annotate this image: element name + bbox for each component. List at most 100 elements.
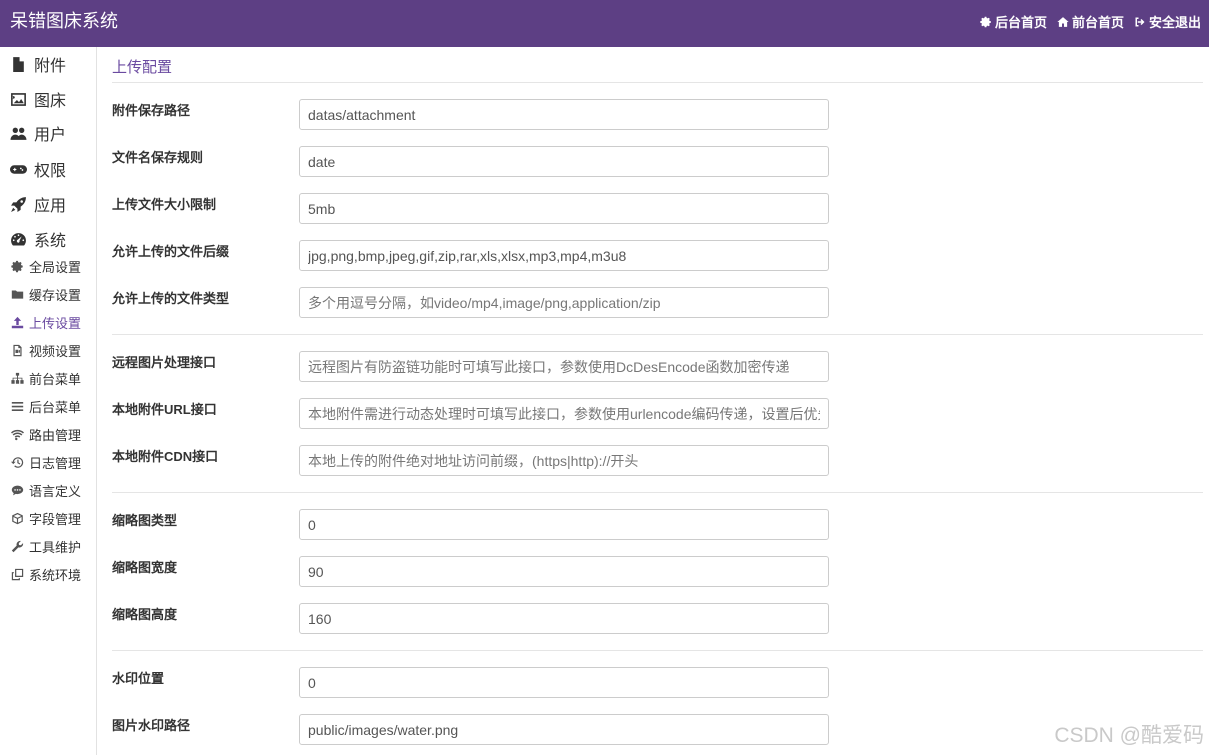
logout-link[interactable]: 安全退出 xyxy=(1134,12,1201,31)
sidebar-subitem-video-settings[interactable]: 视频设置 xyxy=(11,341,81,359)
video-file-icon xyxy=(13,344,22,356)
sidebar-subitem-admin-menu[interactable]: 后台菜单 xyxy=(11,397,81,415)
field-label-filename-rule: 文件名保存规则 xyxy=(112,150,204,165)
thumbnail-width-input[interactable] xyxy=(299,556,829,587)
attachment-path-input[interactable] xyxy=(299,99,829,130)
local-cdn-api-input[interactable] xyxy=(299,445,829,476)
divider xyxy=(112,334,1203,335)
sidebar-item-label: 应用 xyxy=(34,198,67,215)
comment-icon xyxy=(11,485,24,495)
cube-icon xyxy=(12,512,23,524)
sidebar-subitem-label: 视频设置 xyxy=(29,343,82,359)
sidebar-subitem-label: 缓存设置 xyxy=(29,287,82,303)
field-label-allowed-mime-types: 允许上传的文件类型 xyxy=(112,291,230,306)
watermark-position-input[interactable] xyxy=(299,667,829,698)
sidebar-subitem-label: 路由管理 xyxy=(29,427,82,443)
sidebar-item-label: 用户 xyxy=(34,127,67,144)
wrench-icon xyxy=(11,540,24,552)
sidebar-subitem-label: 字段管理 xyxy=(29,511,82,527)
sidebar-subitem-label: 前台菜单 xyxy=(29,371,82,387)
admin-home-label: 后台首页 xyxy=(994,15,1047,30)
users-icon xyxy=(10,127,27,140)
field-label-thumbnail-type: 缩略图类型 xyxy=(112,513,178,528)
allowed-mime-types-input[interactable] xyxy=(299,287,829,318)
admin-home-link[interactable]: 后台首页 xyxy=(980,12,1047,31)
field-label-upload-size-limit: 上传文件大小限制 xyxy=(112,197,217,212)
clone-icon xyxy=(11,568,24,580)
sidebar-subitem-system-environment[interactable]: 系统环境 xyxy=(11,565,81,583)
gear-icon xyxy=(11,260,23,272)
top-links: 后台首页 前台首页 安全退出 xyxy=(980,12,1201,31)
sidebar-item-apps[interactable]: 应用 xyxy=(10,193,66,215)
history-icon xyxy=(11,456,24,468)
sitemap-icon xyxy=(11,372,24,384)
sidebar-item-attachments[interactable]: 附件 xyxy=(10,53,66,75)
sidebar: 附件 图床 用户 权限 应用 系统 全局设置 缓存设置 上传设置 视频设置 前台… xyxy=(0,47,97,755)
dashboard-icon xyxy=(11,232,26,245)
divider xyxy=(112,650,1203,651)
sidebar-subitem-label: 后台菜单 xyxy=(29,399,82,415)
upload-icon xyxy=(11,316,24,328)
rocket-icon xyxy=(11,196,26,212)
sidebar-item-label: 系统 xyxy=(34,233,67,250)
field-label-local-url-api: 本地附件URL接口 xyxy=(112,402,217,417)
sidebar-item-label: 权限 xyxy=(34,163,67,180)
sidebar-subitem-label: 上传设置 xyxy=(29,315,82,331)
remote-image-api-input[interactable] xyxy=(299,351,829,382)
home-icon xyxy=(1057,16,1069,27)
thumbnail-type-input[interactable] xyxy=(299,509,829,540)
sidebar-subitem-route-management[interactable]: 路由管理 xyxy=(11,425,81,443)
field-label-watermark-position: 水印位置 xyxy=(112,671,165,686)
filename-rule-input[interactable] xyxy=(299,146,829,177)
sidebar-subitem-label: 系统环境 xyxy=(29,567,82,583)
wifi-icon xyxy=(11,429,24,440)
field-label-thumbnail-height: 缩略图高度 xyxy=(112,607,178,622)
divider xyxy=(112,492,1203,493)
field-label-thumbnail-width: 缩略图宽度 xyxy=(112,560,178,575)
gear-icon xyxy=(980,16,991,27)
gamepad-icon xyxy=(10,164,27,174)
sidebar-item-permissions[interactable]: 权限 xyxy=(10,158,66,180)
sidebar-item-label: 图床 xyxy=(34,93,67,110)
list-icon xyxy=(11,401,24,411)
field-label-attachment-path: 附件保存路径 xyxy=(112,103,191,118)
sidebar-subitem-upload-settings[interactable]: 上传设置 xyxy=(11,313,81,331)
upload-config-panel: 上传配置 附件保存路径 文件名保存规则 上传文件大小限制 允许上传的文件后缀 允… xyxy=(97,47,1209,755)
divider xyxy=(112,82,1203,83)
sidebar-item-system[interactable]: 系统 xyxy=(10,228,66,250)
field-label-allowed-extensions: 允许上传的文件后缀 xyxy=(112,244,230,259)
field-label-local-cdn-api: 本地附件CDN接口 xyxy=(112,449,219,464)
sidebar-subitem-label: 工具维护 xyxy=(29,539,82,555)
upload-size-limit-input[interactable] xyxy=(299,193,829,224)
sidebar-subitem-label: 日志管理 xyxy=(29,455,82,471)
sidebar-subitem-field-management[interactable]: 字段管理 xyxy=(11,509,81,527)
folder-icon xyxy=(11,289,24,299)
sign-out-icon xyxy=(1135,17,1145,26)
sidebar-item-label: 附件 xyxy=(34,58,67,75)
watermark-image-path-input[interactable] xyxy=(299,714,829,745)
sidebar-subitem-global-settings[interactable]: 全局设置 xyxy=(11,257,81,275)
section-title: 上传配置 xyxy=(112,59,173,76)
sidebar-item-users[interactable]: 用户 xyxy=(10,122,66,144)
field-label-watermark-image-path: 图片水印路径 xyxy=(112,718,191,733)
sidebar-subitem-log-management[interactable]: 日志管理 xyxy=(11,453,81,471)
local-url-api-input[interactable] xyxy=(299,398,829,429)
sidebar-item-image-bed[interactable]: 图床 xyxy=(10,88,66,110)
sidebar-subitem-language[interactable]: 语言定义 xyxy=(11,481,81,499)
front-home-label: 前台首页 xyxy=(1071,15,1124,30)
sidebar-subitem-label: 全局设置 xyxy=(29,259,82,275)
csdn-watermark: CSDN @酷爱码 xyxy=(1054,724,1204,747)
sidebar-subitem-tool-maintenance[interactable]: 工具维护 xyxy=(11,537,81,555)
sidebar-subitem-label: 语言定义 xyxy=(29,483,82,499)
top-navbar: 呆错图床系统 后台首页 前台首页 安全退出 xyxy=(0,0,1209,47)
sidebar-subitem-cache-settings[interactable]: 缓存设置 xyxy=(11,285,81,303)
logout-label: 安全退出 xyxy=(1148,15,1201,30)
field-label-remote-image-api: 远程图片处理接口 xyxy=(112,355,217,370)
allowed-extensions-input[interactable] xyxy=(299,240,829,271)
thumbnail-height-input[interactable] xyxy=(299,603,829,634)
file-icon xyxy=(13,56,24,72)
sidebar-subitem-front-menu[interactable]: 前台菜单 xyxy=(11,369,81,387)
image-icon xyxy=(11,92,26,106)
app-title[interactable]: 呆错图床系统 xyxy=(10,9,118,33)
front-home-link[interactable]: 前台首页 xyxy=(1057,12,1124,31)
